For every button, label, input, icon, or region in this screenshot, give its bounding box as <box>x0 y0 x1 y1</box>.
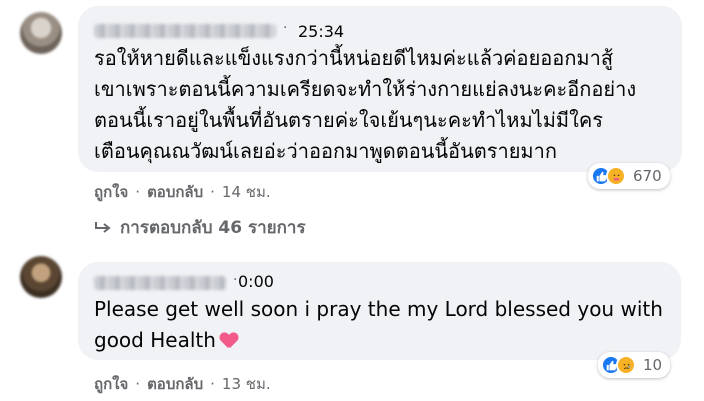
comment-timestamp: 25:34 <box>298 22 345 41</box>
comment-actions: ถูกใจ · ตอบกลับ · 13 ชม. <box>94 372 271 396</box>
comment-timestamp: 0:00 <box>238 272 274 291</box>
view-replies-link[interactable]: การตอบกลับ 46 รายการ <box>94 214 306 241</box>
pink-heart-emoji-icon <box>220 332 238 348</box>
name-time-separator: · <box>283 20 288 36</box>
sad-icon <box>616 355 636 375</box>
reaction-summary[interactable]: 10 <box>598 352 671 378</box>
like-button[interactable]: ถูกใจ <box>94 183 128 201</box>
comment-age[interactable]: 13 ชม. <box>222 375 271 393</box>
commenter-name-blurred[interactable] <box>94 24 276 38</box>
comment-actions: ถูกใจ · ตอบกลับ · 14 ชม. <box>94 180 271 204</box>
comment-text-line: รอให้หายดีและแข็งแรงกว่านี้หน่อยดีไหมค่ะ… <box>94 46 614 70</box>
reaction-summary[interactable]: 670 <box>588 163 670 189</box>
reaction-count: 670 <box>633 167 662 185</box>
comment-text-line: เขาเพราะตอนนี้ความเครียดจะทำให้ร่างกายแย… <box>94 77 637 101</box>
reply-arrow-icon <box>94 221 112 235</box>
comment-text: Please get well soon i pray the my Lord … <box>94 294 674 356</box>
replies-count-label: การตอบกลับ 46 รายการ <box>120 218 306 238</box>
comment-age[interactable]: 14 ชม. <box>222 183 271 201</box>
commenter-name-blurred[interactable] <box>94 276 226 290</box>
commenter-avatar[interactable] <box>20 256 62 298</box>
action-separator: · <box>135 375 141 393</box>
reply-button[interactable]: ตอบกลับ <box>147 375 203 393</box>
comment-text-line: ตอนนี้เราอยู่ในพื้นที่อันตรายค่ะใจเย้นๆน… <box>94 108 603 132</box>
reaction-count: 10 <box>643 356 663 374</box>
like-button[interactable]: ถูกใจ <box>94 375 128 393</box>
name-time-separator: · <box>233 272 238 288</box>
action-separator: · <box>135 183 141 201</box>
care-icon <box>606 166 626 186</box>
comment-text: รอให้หายดีและแข็งแรงกว่านี้หน่อยดีไหมค่ะ… <box>94 43 636 167</box>
comment-text-line: เตือนคุณณวัฒน์เลยอ่ะว่าออกมาพูดตอนนี้อัน… <box>94 139 557 163</box>
action-separator: · <box>210 183 215 201</box>
action-separator: · <box>210 375 215 393</box>
commenter-avatar[interactable] <box>20 12 62 54</box>
comment-text-body: Please get well soon i pray the my Lord … <box>94 297 663 352</box>
reply-button[interactable]: ตอบกลับ <box>147 183 203 201</box>
